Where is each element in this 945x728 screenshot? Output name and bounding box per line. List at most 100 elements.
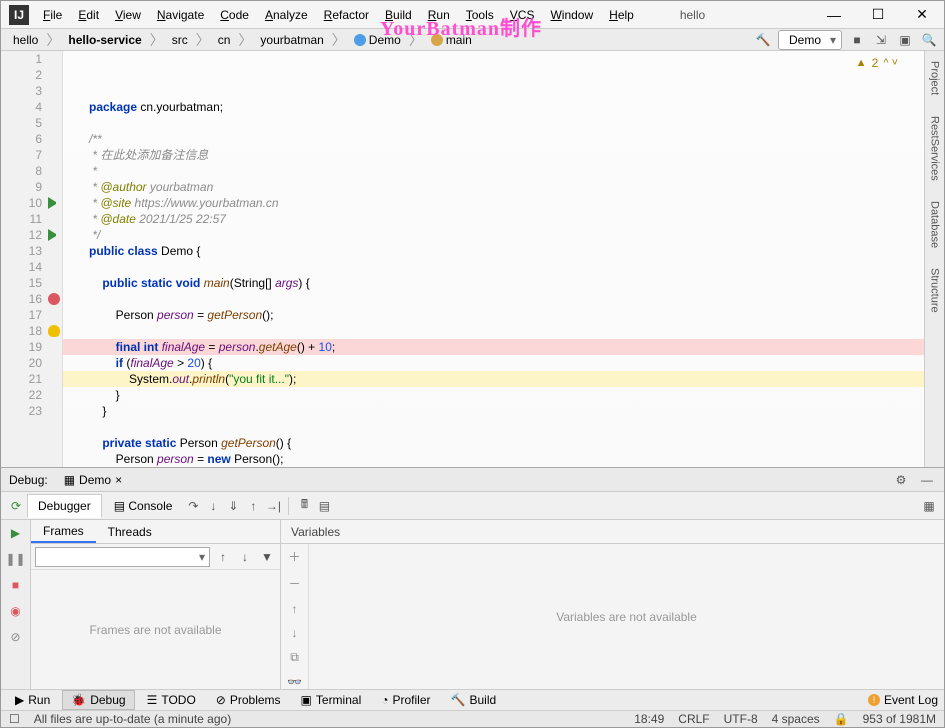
gutter-line-12[interactable]: 12 xyxy=(1,227,62,243)
step-out-icon[interactable]: ↑ xyxy=(244,497,262,515)
memory-indicator[interactable]: 953 of 1981M xyxy=(863,712,936,726)
gutter-line-1[interactable]: 1 xyxy=(1,51,62,67)
intention-bulb-icon[interactable] xyxy=(48,325,60,337)
status-toggle-icon[interactable]: ☐ xyxy=(9,712,20,726)
line-separator[interactable]: CRLF xyxy=(678,712,709,726)
inspection-badge[interactable]: ▲ 2 ^ ˅ xyxy=(856,55,898,71)
gutter-line-23[interactable]: 23 xyxy=(1,403,62,419)
hide-icon[interactable]: — xyxy=(918,471,936,489)
search-icon[interactable]: 🔍 xyxy=(920,31,938,49)
toolwindow-restservices[interactable]: RestServices xyxy=(929,116,941,181)
add-watch-icon[interactable]: ＋ xyxy=(288,548,300,565)
settings-icon[interactable]: ⚙ xyxy=(892,471,910,489)
gutter-line-20[interactable]: 20 xyxy=(1,355,62,371)
todo-tab[interactable]: ☰ TODO xyxy=(139,691,204,709)
toolwindow-project[interactable]: Project xyxy=(929,61,941,95)
attach-icon[interactable]: ⇲ xyxy=(872,31,890,49)
gutter-line-10[interactable]: 10 xyxy=(1,195,62,211)
gutter-line-18[interactable]: 18 xyxy=(1,323,62,339)
threads-subtab[interactable]: Threads xyxy=(96,522,164,542)
force-step-icon[interactable]: ⇓ xyxy=(224,497,242,515)
problems-tab[interactable]: ⊘ Problems xyxy=(208,691,289,709)
editor-gutter[interactable]: 1234567891011121314151617181920212223 xyxy=(1,51,63,467)
down-watch-icon[interactable]: ↓ xyxy=(292,626,298,640)
close-button[interactable]: ✕ xyxy=(900,1,944,29)
toolwindow-database[interactable]: Database xyxy=(929,201,941,248)
build-icon[interactable]: 🔨 xyxy=(754,31,772,49)
evaluate-icon[interactable]: 🖩 xyxy=(295,497,313,515)
rerun-icon[interactable]: ⟳ xyxy=(7,497,25,515)
code-line-9[interactable]: */ xyxy=(89,227,924,243)
code-line-2[interactable] xyxy=(89,115,924,131)
gutter-line-3[interactable]: 3 xyxy=(1,83,62,99)
run-gutter-icon[interactable] xyxy=(48,197,60,209)
debug-tab[interactable]: 🐞 Debug xyxy=(62,690,134,710)
breadcrumb-yourbatman[interactable]: yourbatman xyxy=(254,31,329,49)
encoding[interactable]: UTF-8 xyxy=(724,712,758,726)
remove-watch-icon[interactable]: － xyxy=(288,575,300,592)
code-line-17[interactable]: if (finalAge > 20) { xyxy=(89,355,924,371)
gutter-line-13[interactable]: 13 xyxy=(1,243,62,259)
breakpoint-icon[interactable] xyxy=(48,293,60,305)
menu-code[interactable]: Code xyxy=(214,6,255,24)
toolwindow-structure[interactable]: Structure xyxy=(929,268,941,313)
mute-bp-icon[interactable]: ⊘ xyxy=(7,628,25,646)
menu-refactor[interactable]: Refactor xyxy=(318,6,375,24)
code-line-16[interactable]: final int finalAge = person.getAge() + 1… xyxy=(63,339,924,355)
menu-help[interactable]: Help xyxy=(603,6,640,24)
code-line-19[interactable]: } xyxy=(89,387,924,403)
up-watch-icon[interactable]: ↑ xyxy=(292,602,298,616)
code-line-14[interactable]: Person person = getPerson(); xyxy=(89,307,924,323)
code-line-10[interactable]: public class Demo { xyxy=(89,243,924,259)
resume-icon[interactable]: ▶ xyxy=(7,524,25,542)
code-line-23[interactable]: Person person = new Person(); xyxy=(89,451,924,467)
run-config-select[interactable]: Demo xyxy=(778,30,842,50)
code-line-11[interactable] xyxy=(89,259,924,275)
code-line-18[interactable]: System.out.println("you fit it..."); xyxy=(63,371,924,387)
debugger-tab[interactable]: Debugger xyxy=(27,494,102,518)
code-line-20[interactable]: } xyxy=(89,403,924,419)
gutter-line-9[interactable]: 9 xyxy=(1,179,62,195)
code-line-12[interactable]: public static void main(String[] args) { xyxy=(89,275,924,291)
code-line-21[interactable] xyxy=(89,419,924,435)
trace-icon[interactable]: ▤ xyxy=(315,497,333,515)
next-frame-icon[interactable]: ↓ xyxy=(236,548,254,566)
gutter-line-16[interactable]: 16 xyxy=(1,291,62,307)
breakpoints-icon[interactable]: ◉ xyxy=(7,602,25,620)
gutter-line-5[interactable]: 5 xyxy=(1,115,62,131)
code-line-8[interactable]: * @date 2021/1/25 22:57 xyxy=(89,211,924,227)
gutter-line-4[interactable]: 4 xyxy=(1,99,62,115)
minimize-button[interactable]: — xyxy=(812,1,856,29)
pause-icon[interactable]: ❚❚ xyxy=(7,550,25,568)
menu-edit[interactable]: Edit xyxy=(72,6,105,24)
code-line-7[interactable]: * @site https://www.yourbatman.cn xyxy=(89,195,924,211)
run-tab[interactable]: ▶ Run xyxy=(7,691,58,709)
code-line-4[interactable]: * 在此处添加备注信息 xyxy=(89,147,924,163)
build-tab[interactable]: 🔨 Build xyxy=(443,691,505,709)
thread-combo[interactable] xyxy=(35,547,210,567)
code-line-3[interactable]: /** xyxy=(89,131,924,147)
code-line-5[interactable]: * xyxy=(89,163,924,179)
debug-run-tab[interactable]: ▦ Demo × xyxy=(56,471,130,489)
gutter-line-6[interactable]: 6 xyxy=(1,131,62,147)
code-line-6[interactable]: * @author yourbatman xyxy=(89,179,924,195)
gutter-line-14[interactable]: 14 xyxy=(1,259,62,275)
step-over-icon[interactable]: ↷ xyxy=(184,497,202,515)
indent[interactable]: 4 spaces xyxy=(772,712,820,726)
terminal-tab[interactable]: ▣ Terminal xyxy=(293,691,370,709)
run-to-cursor-icon[interactable]: →| xyxy=(264,497,282,515)
menu-window[interactable]: Window xyxy=(544,6,599,24)
layout-settings-icon[interactable]: ▦ xyxy=(920,497,938,515)
breadcrumb-src[interactable]: src xyxy=(166,31,194,49)
glasses-icon[interactable]: 👓 xyxy=(287,675,302,689)
copy-icon[interactable]: ⧉ xyxy=(290,650,299,665)
menu-analyze[interactable]: Analyze xyxy=(259,6,314,24)
caret-position[interactable]: 18:49 xyxy=(634,712,664,726)
gutter-line-15[interactable]: 15 xyxy=(1,275,62,291)
breadcrumb-hello-service[interactable]: hello-service xyxy=(62,31,147,49)
gutter-line-2[interactable]: 2 xyxy=(1,67,62,83)
prev-frame-icon[interactable]: ↑ xyxy=(214,548,232,566)
code-line-1[interactable]: package cn.yourbatman; xyxy=(89,99,924,115)
layout-icon[interactable]: ▣ xyxy=(896,31,914,49)
gutter-line-21[interactable]: 21 xyxy=(1,371,62,387)
